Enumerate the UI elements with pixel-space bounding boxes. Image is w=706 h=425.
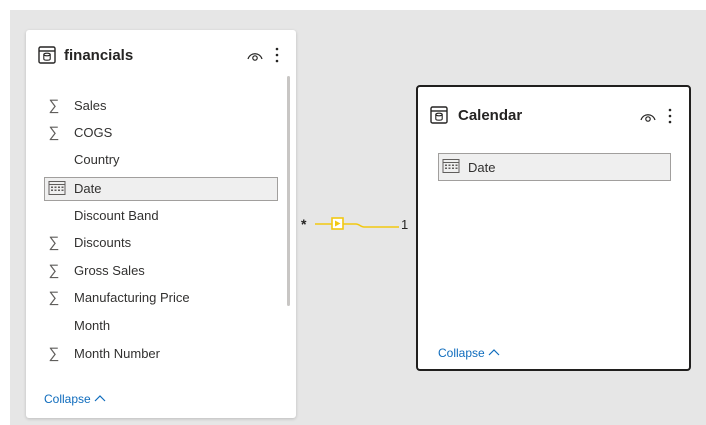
collapse-label: Collapse [438,346,485,360]
field-country[interactable]: Country [44,148,276,172]
field-month[interactable]: Month [44,314,276,338]
table-icon [430,106,448,124]
field-label: Month Number [74,346,160,361]
table-title: financials [64,47,134,64]
table-header-calendar[interactable]: Calendar [418,99,689,143]
field-cogs[interactable]: ∑ COGS [44,121,276,145]
field-gross-sales[interactable]: ∑ Gross Sales [44,259,276,283]
sigma-icon: ∑ [48,97,60,114]
field-label: Discount Band [74,208,159,223]
field-discount-band[interactable]: Discount Band [44,204,276,228]
field-label: Discounts [74,235,132,250]
field-sales[interactable]: ∑ Sales [44,94,276,118]
field-label: Gross Sales [74,263,145,278]
cardinality-one: 1 [401,217,409,232]
field-manufacturing-price[interactable]: ∑ Manufacturing Price [44,286,276,310]
collapse-label: Collapse [44,392,91,406]
table-header-financials[interactable]: financials [26,38,296,82]
field-date[interactable]: Date [438,153,671,181]
field-label: COGS [74,125,113,140]
sigma-icon: ∑ [48,124,60,141]
field-discounts[interactable]: ∑ Discounts [44,231,276,255]
chevron-up-icon [94,395,106,402]
field-label: Date [468,160,496,175]
field-label: Country [74,152,120,167]
table-card-calendar[interactable]: Calendar Date Collapse [416,85,691,371]
collapse-button[interactable]: Collapse [438,346,500,360]
field-list-financials[interactable]: ∑ Sales ∑ COGS Country Date Discount Ban… [26,94,296,388]
sigma-icon: ∑ [48,289,60,306]
field-label: Sales [74,98,107,113]
cardinality-many: * [301,216,307,232]
more-options-icon[interactable] [659,105,681,127]
field-month-number[interactable]: ∑ Month Number [44,342,276,366]
relationship-line[interactable] [312,216,402,236]
calendar-icon [47,180,67,198]
table-card-financials[interactable]: financials ∑ Sales ∑ COGS Country Date D… [26,30,296,418]
table-title: Calendar [458,107,523,124]
field-label: Manufacturing Price [74,290,190,305]
hide-eye-icon[interactable] [244,44,266,66]
field-label: Month [74,318,111,333]
field-date[interactable]: Date [44,177,278,201]
chevron-up-icon [488,349,500,356]
sigma-icon: ∑ [48,234,60,251]
collapse-button[interactable]: Collapse [44,392,106,406]
more-options-icon[interactable] [266,44,288,66]
field-label: Date [74,181,102,196]
sigma-icon: ∑ [48,345,60,362]
table-icon [38,46,56,64]
calendar-icon [441,158,461,176]
hide-eye-icon[interactable] [637,105,659,127]
scrollbar[interactable] [287,76,290,306]
sigma-icon: ∑ [48,262,60,279]
